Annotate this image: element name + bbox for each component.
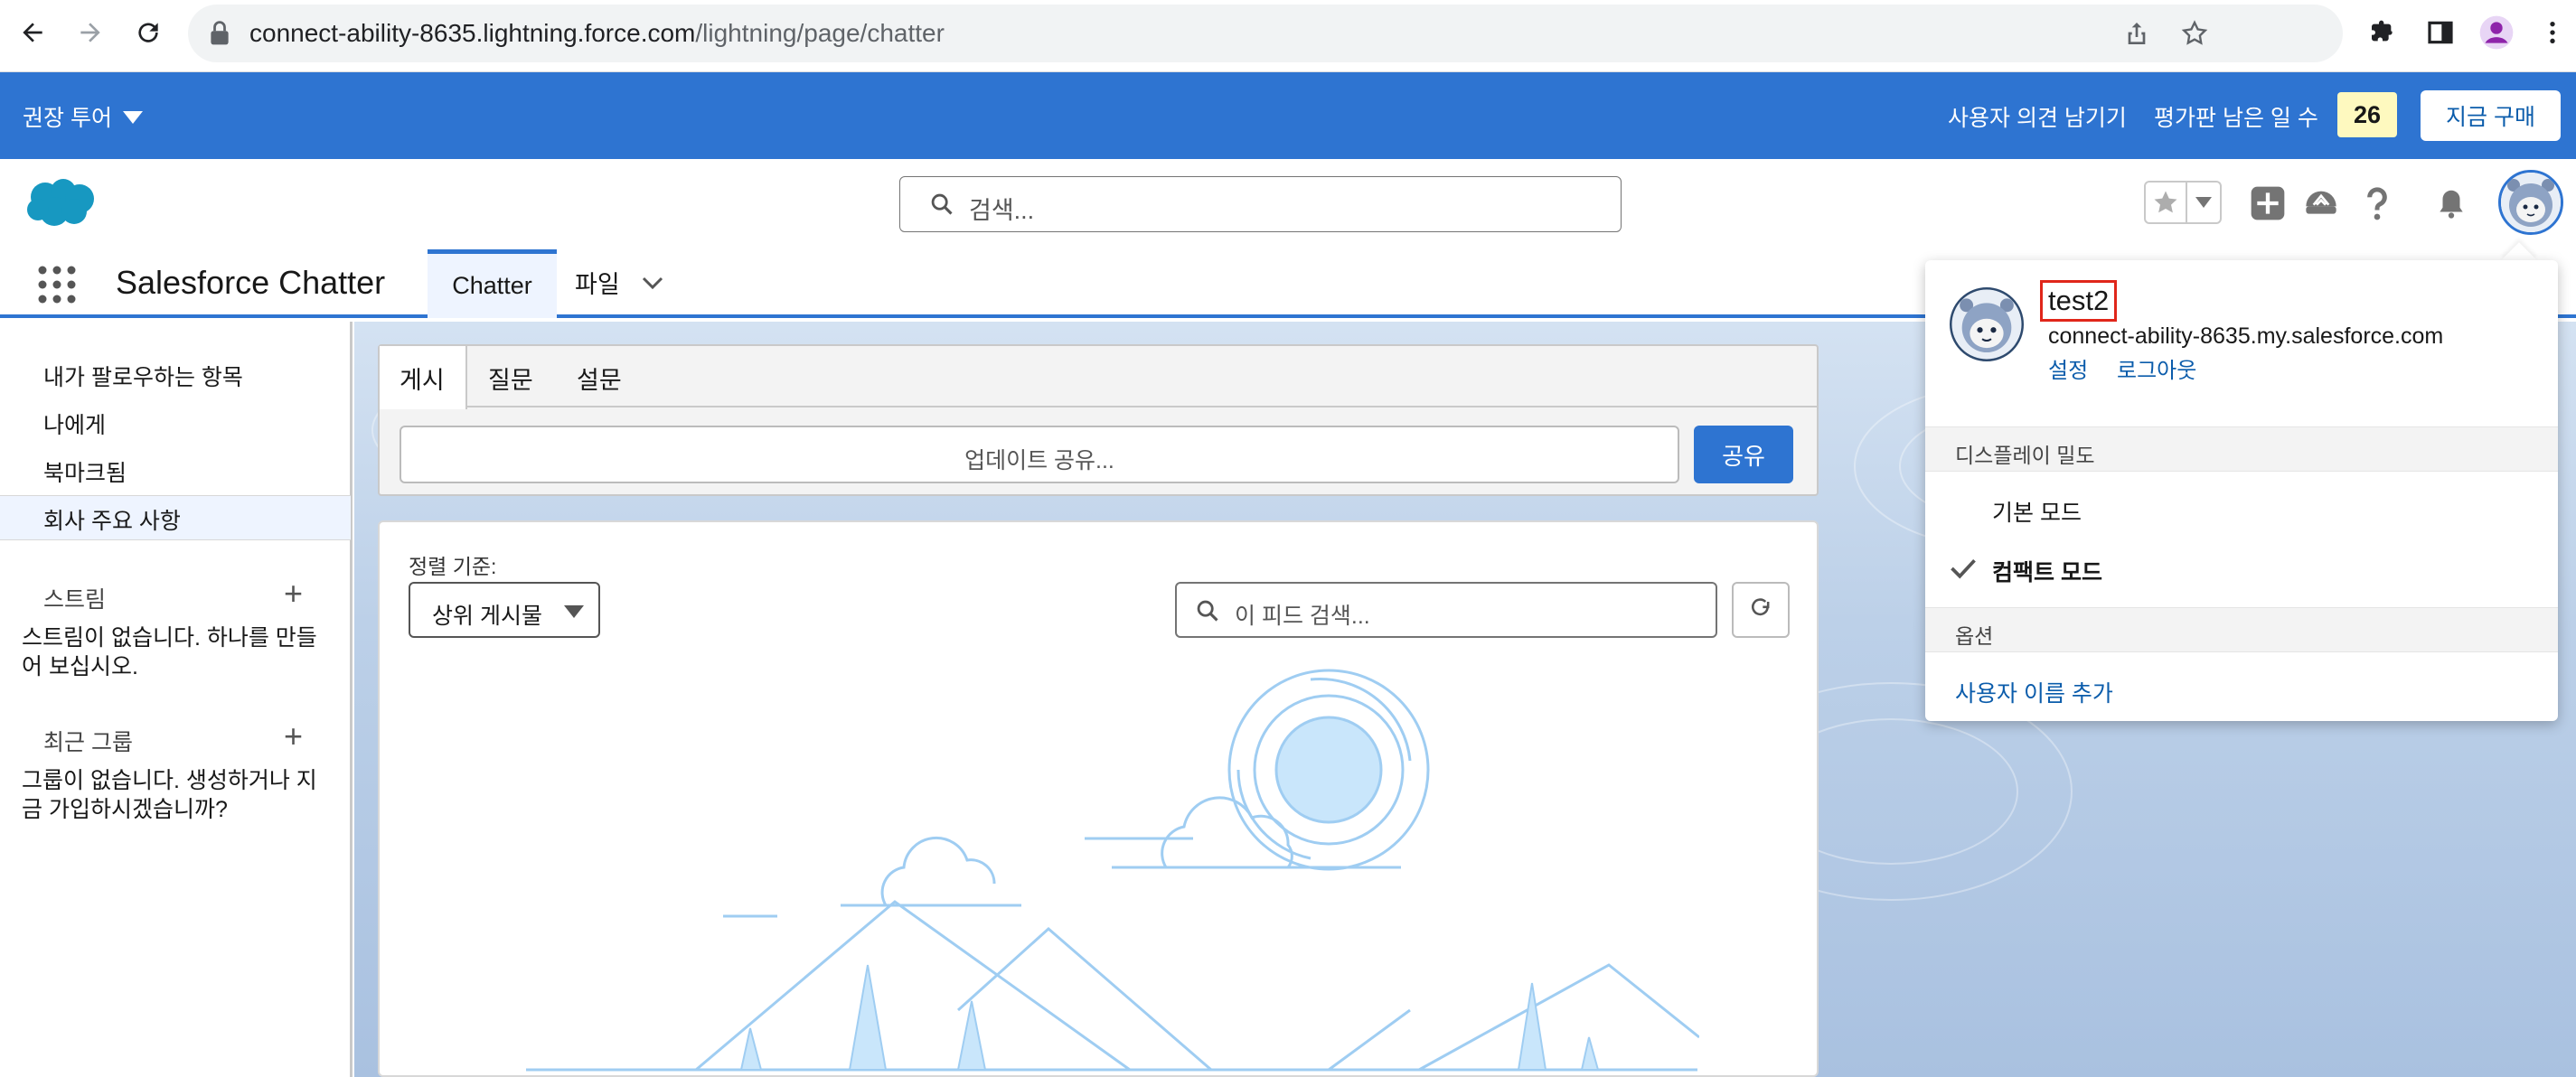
salesforce-cloud-logo[interactable] bbox=[24, 177, 98, 234]
search-placeholder: 검색... bbox=[969, 197, 1035, 224]
address-bar[interactable]: connect-ability-8635.lightning.force.com… bbox=[188, 5, 2343, 62]
search-icon bbox=[929, 192, 954, 221]
forward-arrow-icon[interactable] bbox=[72, 14, 108, 51]
tab-question[interactable]: 질문 bbox=[488, 361, 533, 396]
trial-banner: 권장 투어 사용자 의견 남기기 평가판 남은 일 수 bbox=[0, 72, 2576, 159]
notifications-bell-icon[interactable] bbox=[2431, 179, 2471, 228]
kebab-menu-icon[interactable] bbox=[2534, 14, 2571, 51]
profile-username[interactable]: test2 bbox=[2040, 280, 2118, 322]
feed-search-input[interactable]: 이 피드 검색... bbox=[1175, 582, 1717, 638]
settings-link[interactable]: 설정 bbox=[2048, 352, 2088, 384]
share-update-input[interactable]: 업데이트 공유... bbox=[400, 426, 1679, 483]
tab-files-label: 파일 bbox=[575, 271, 620, 298]
profile-menu: test2 connect-ability-8635.my.salesforce… bbox=[1925, 260, 2558, 721]
refresh-icon bbox=[1748, 595, 1773, 625]
publisher-tabs: 게시 질문 설문 bbox=[380, 346, 1817, 409]
density-section-header: 디스플레이 밀도 bbox=[1925, 426, 2558, 472]
global-actions-plus-icon[interactable] bbox=[2249, 179, 2287, 228]
extensions-puzzle-icon[interactable] bbox=[2364, 14, 2401, 51]
recent-groups-heading: 최근 그룹 bbox=[43, 730, 133, 755]
trial-days-badge: 26 bbox=[2337, 92, 2397, 137]
add-username-link[interactable]: 사용자 이름 추가 bbox=[1955, 676, 2113, 708]
density-option-compact[interactable]: 컴팩트 모드 bbox=[1992, 555, 2102, 587]
browser-toolbar: connect-ability-8635.lightning.force.com… bbox=[0, 0, 2576, 72]
sort-by-label: 정렬 기준: bbox=[409, 555, 497, 578]
favorites-dropdown-icon[interactable] bbox=[2187, 197, 2220, 208]
tab-chatter[interactable]: Chatter bbox=[428, 249, 557, 318]
guided-tour-menu[interactable]: 권장 투어 bbox=[23, 100, 143, 133]
feedback-link[interactable]: 사용자 의견 남기기 bbox=[1948, 100, 2127, 133]
tab-chatter-label: Chatter bbox=[452, 272, 532, 299]
refresh-feed-button[interactable] bbox=[1732, 582, 1790, 638]
sidebar-item-company-highlights[interactable]: 회사 주요 사항 bbox=[43, 503, 181, 536]
sort-select-value: 상위 게시물 bbox=[432, 604, 542, 629]
chatter-publisher: 게시 질문 설문 업데이트 공유... 공유 bbox=[378, 344, 1819, 496]
favorites-star-icon[interactable] bbox=[2146, 183, 2187, 222]
side-panel-icon[interactable] bbox=[2422, 14, 2458, 51]
options-section-header: 옵션 bbox=[1925, 607, 2558, 652]
trailhead-icon[interactable] bbox=[2301, 179, 2341, 228]
share-update-placeholder: 업데이트 공유... bbox=[964, 448, 1114, 473]
streams-empty-message: 스트림이 없습니다. 하나를 만들어 보십시오. bbox=[22, 625, 317, 679]
logout-link[interactable]: 로그아웃 bbox=[2117, 352, 2196, 384]
global-search-input[interactable]: 검색... bbox=[899, 176, 1622, 232]
back-arrow-icon[interactable] bbox=[14, 14, 51, 51]
chevron-down-icon[interactable] bbox=[642, 268, 663, 296]
feed-card: 정렬 기준: 상위 게시물 이 피드 검색... bbox=[378, 520, 1819, 1077]
add-group-plus-icon[interactable]: + bbox=[284, 717, 303, 755]
url-host: connect-ability-8635.lightning.force.com bbox=[249, 19, 696, 47]
options-heading: 옵션 bbox=[1955, 624, 1994, 648]
empty-feed-illustration bbox=[524, 658, 1700, 1077]
checkmark-icon bbox=[1950, 557, 1977, 585]
lock-icon[interactable] bbox=[210, 21, 230, 51]
user-avatar[interactable] bbox=[2498, 170, 2563, 235]
feed-search-placeholder: 이 피드 검색... bbox=[1235, 604, 1370, 629]
share-icon[interactable] bbox=[2122, 19, 2151, 52]
reload-icon[interactable] bbox=[130, 14, 166, 51]
app-name: Salesforce Chatter bbox=[116, 264, 386, 301]
profile-avatar bbox=[1950, 287, 2024, 361]
add-stream-plus-icon[interactable]: + bbox=[284, 575, 303, 613]
groups-empty-message: 그룹이 없습니다. 생성하거나 지금 가입하시겠습니까? bbox=[22, 768, 317, 822]
sidebar-item-bookmarked[interactable]: 북마크됨 bbox=[43, 455, 127, 488]
url-text: connect-ability-8635.lightning.force.com… bbox=[249, 19, 945, 48]
buy-now-button[interactable]: 지금 구매 bbox=[2421, 90, 2561, 141]
caret-down-icon bbox=[122, 104, 143, 130]
streams-heading: 스트림 bbox=[43, 587, 107, 613]
search-icon bbox=[1195, 598, 1220, 628]
sort-select[interactable]: 상위 게시물 bbox=[409, 582, 600, 638]
app-launcher-grid-icon[interactable] bbox=[36, 264, 78, 310]
favorites-button[interactable] bbox=[2144, 181, 2222, 224]
profile-domain: connect-ability-8635.my.salesforce.com bbox=[2048, 323, 2444, 349]
url-path: /lightning/page/chatter bbox=[695, 19, 945, 47]
tab-poll[interactable]: 설문 bbox=[577, 361, 622, 396]
tab-post[interactable]: 게시 bbox=[400, 361, 445, 396]
sidebar-item-following[interactable]: 내가 팔로우하는 항목 bbox=[43, 360, 243, 392]
tab-files[interactable]: 파일 bbox=[575, 265, 663, 300]
help-icon[interactable] bbox=[2357, 179, 2397, 228]
guided-tour-label: 권장 투어 bbox=[23, 106, 112, 131]
bookmark-star-icon[interactable] bbox=[2180, 19, 2209, 52]
density-option-comfy[interactable]: 기본 모드 bbox=[1992, 495, 2082, 528]
profile-icon[interactable] bbox=[2478, 14, 2515, 51]
caret-down-icon bbox=[564, 605, 584, 623]
density-heading: 디스플레이 밀도 bbox=[1955, 444, 2095, 467]
trial-days-label: 평가판 남은 일 수 bbox=[2154, 106, 2318, 131]
sidebar-item-to-me[interactable]: 나에게 bbox=[43, 407, 106, 440]
share-button[interactable]: 공유 bbox=[1694, 426, 1793, 483]
